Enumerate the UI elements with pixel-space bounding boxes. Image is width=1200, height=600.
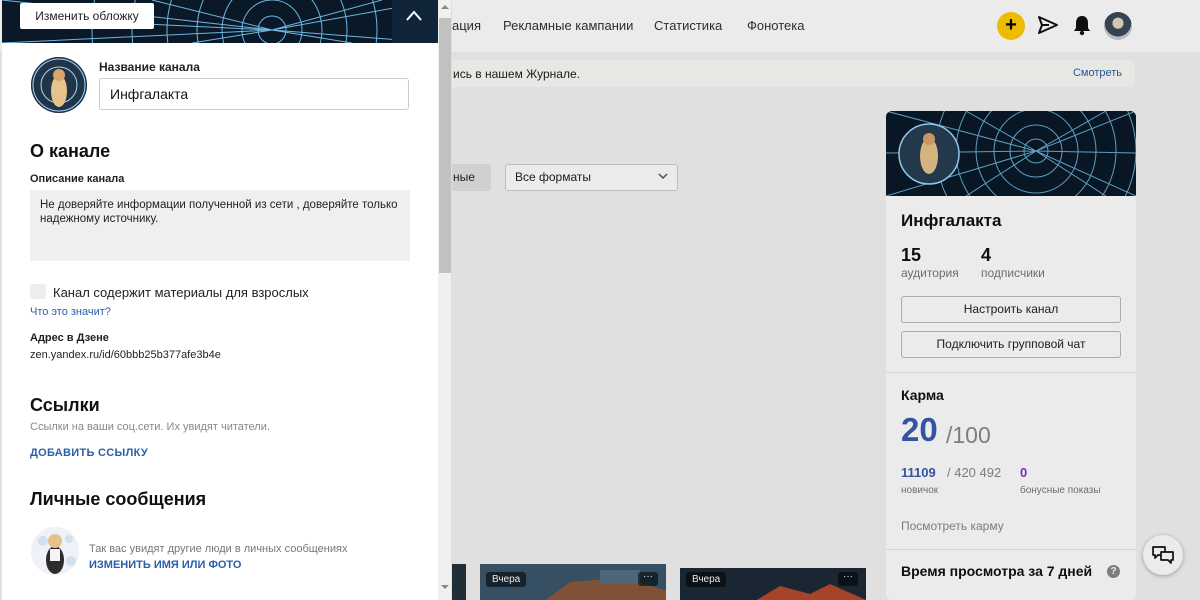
change-cover-button[interactable]: Изменить обложку — [20, 3, 154, 29]
channel-name-input[interactable]: Инфгалакта — [99, 78, 409, 110]
add-link-button[interactable]: ДОБАВИТЬ ССЫЛКУ — [30, 447, 148, 459]
what-does-it-mean-link[interactable]: Что это значит? — [30, 306, 111, 318]
about-section-title: О канале — [30, 141, 111, 161]
description-textarea[interactable]: Не доверяйте информации полученной из се… — [30, 190, 410, 261]
change-name-photo-link[interactable]: ИЗМЕНИТЬ ИМЯ ИЛИ ФОТО — [89, 559, 241, 571]
pm-avatar — [31, 527, 79, 575]
panel-cover-image: Изменить обложку — [2, 0, 438, 43]
scrollbar-thumb[interactable] — [439, 18, 451, 273]
adult-content-label[interactable]: Канал содержит материалы для взрослых — [53, 285, 309, 300]
private-messages-title: Личные сообщения — [30, 489, 207, 509]
dashboard-page: ация Рекламные кампании Статистика Фонот… — [0, 0, 1200, 600]
channel-avatar[interactable] — [31, 57, 87, 113]
links-section-title: Ссылки — [30, 395, 100, 415]
avatar-image — [31, 57, 87, 113]
channel-address: zen.yandex.ru/id/60bbb25b377afe3b4e — [30, 349, 221, 361]
adult-content-checkbox[interactable] — [30, 284, 46, 299]
scroll-down-icon[interactable] — [441, 583, 449, 591]
pm-hint: Так вас увидят другие люди в личных сооб… — [89, 543, 348, 555]
description-label: Описание канала — [30, 173, 125, 185]
channel-name-label: Название канала — [99, 60, 200, 74]
scroll-up-icon[interactable] — [441, 3, 449, 11]
avatar-image — [31, 527, 79, 575]
links-hint: Ссылки на ваши соц.сети. Их увидят читат… — [30, 421, 270, 433]
address-label: Адрес в Дзене — [30, 332, 109, 344]
channel-settings-panel: Изменить обложку Название канала Инфгала… — [2, 0, 452, 600]
